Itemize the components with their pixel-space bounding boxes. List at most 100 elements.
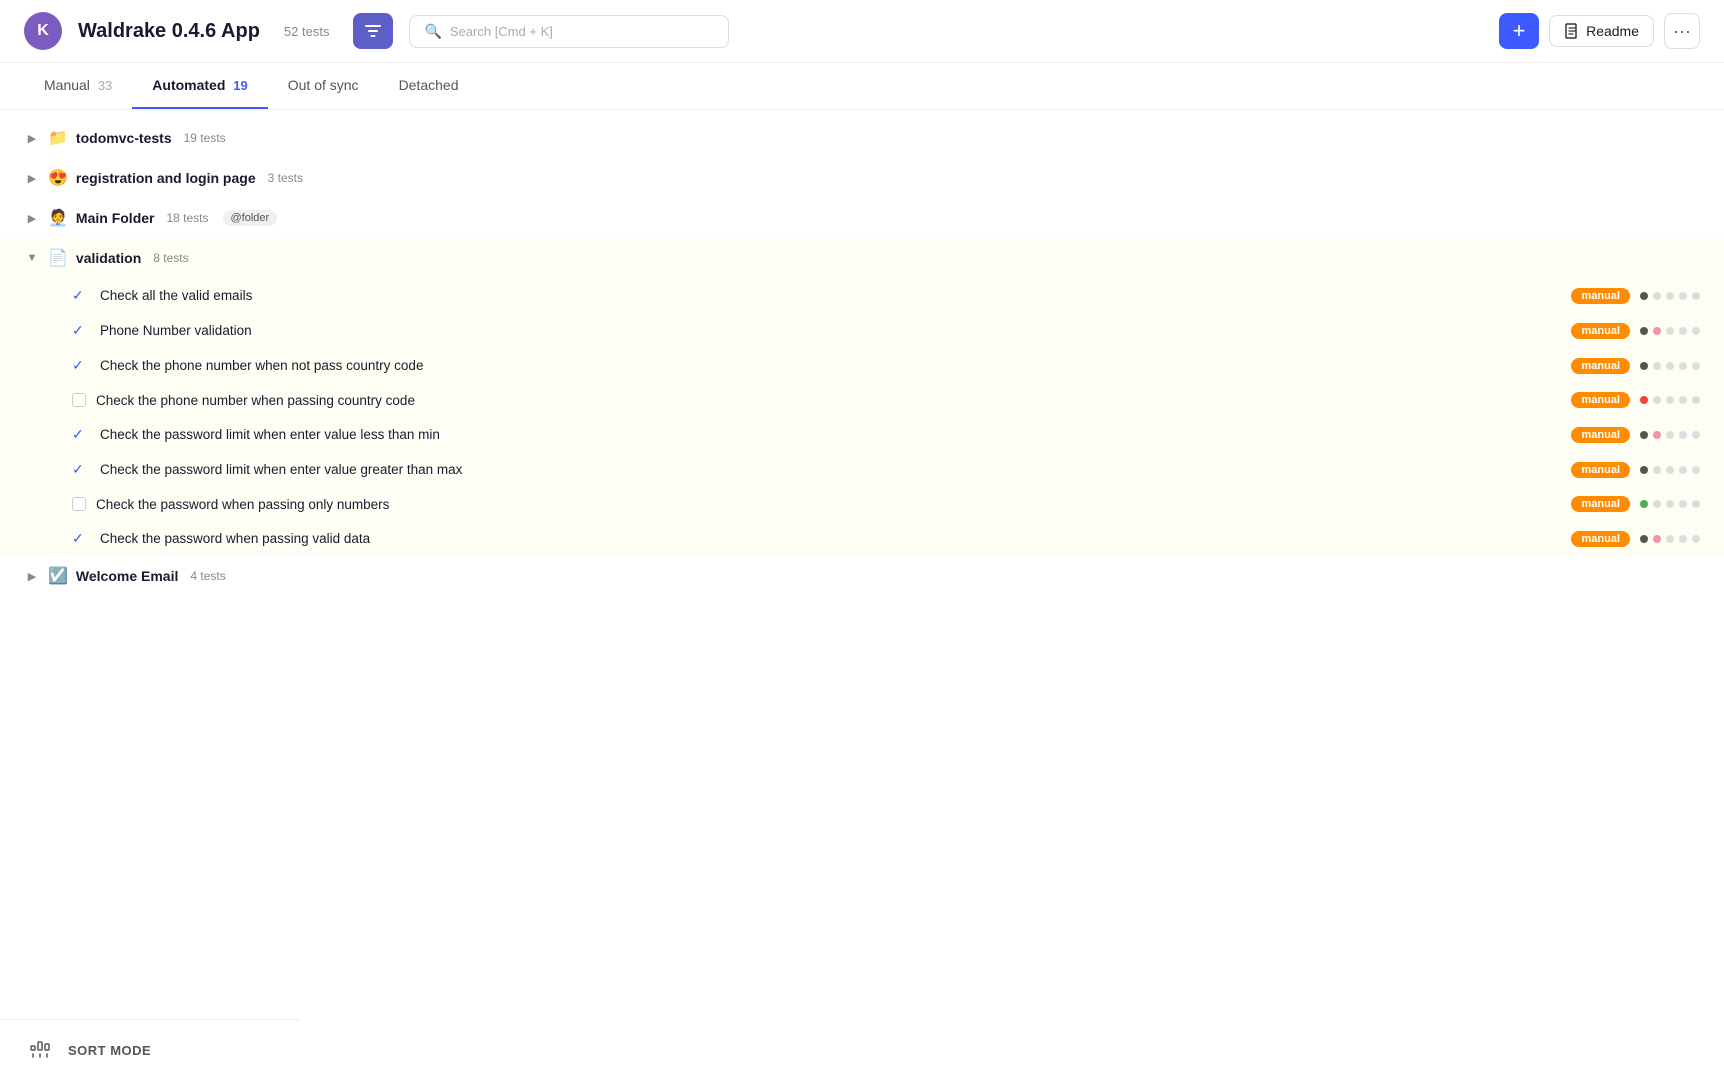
folder-registration[interactable]: ▶ 😍 registration and login page 3 tests [0, 158, 1724, 198]
status-dot [1666, 466, 1674, 474]
test-row[interactable]: ✓ Check the password limit when enter va… [0, 417, 1724, 452]
status-dot [1640, 466, 1648, 474]
unchecked-icon [72, 497, 86, 511]
avatar: K [24, 12, 62, 50]
status-dot [1666, 362, 1674, 370]
status-dots [1640, 535, 1700, 543]
folder-icon: 🧑‍💼 [48, 208, 68, 228]
folder-tag: @folder [223, 210, 278, 226]
filter-button[interactable] [353, 13, 393, 49]
status-dot [1679, 327, 1687, 335]
folder-count: 19 tests [184, 131, 226, 145]
status-dots [1640, 466, 1700, 474]
test-name: Check the password limit when enter valu… [100, 462, 1557, 477]
folder-count: 18 tests [166, 211, 208, 225]
test-name: Check the phone number when not pass cou… [100, 358, 1557, 373]
status-dot [1692, 535, 1700, 543]
status-dot [1640, 292, 1648, 300]
manual-badge: manual [1571, 496, 1630, 512]
status-dot [1679, 396, 1687, 404]
status-dot [1653, 500, 1661, 508]
tab-manual[interactable]: Manual 33 [24, 63, 132, 109]
check-icon: ✓ [72, 287, 90, 304]
status-dot [1653, 327, 1661, 335]
status-dot [1692, 396, 1700, 404]
sort-mode-bar[interactable]: SORT MODE [0, 1019, 300, 1080]
more-options-button[interactable]: ··· [1664, 13, 1700, 49]
status-dot [1679, 292, 1687, 300]
test-row[interactable]: ✓ Check all the valid emails manual [0, 278, 1724, 313]
check-icon: ✓ [72, 461, 90, 478]
app-title: Waldrake 0.4.6 App [78, 20, 260, 43]
manual-badge: manual [1571, 392, 1630, 408]
status-dot [1640, 327, 1648, 335]
search-box[interactable]: 🔍 Search [Cmd + K] [409, 15, 729, 48]
test-row[interactable]: ✓ Check the password limit when enter va… [0, 452, 1724, 487]
status-dot [1653, 431, 1661, 439]
status-dot [1679, 500, 1687, 508]
folder-main[interactable]: ▶ 🧑‍💼 Main Folder 18 tests @folder [0, 198, 1724, 238]
tabs-bar: Manual 33 Automated 19 Out of sync Detac… [0, 63, 1724, 110]
test-name: Check the password when passing valid da… [100, 531, 1557, 546]
status-dot [1653, 292, 1661, 300]
add-test-button[interactable]: + [1499, 13, 1539, 49]
sort-mode-icon [24, 1034, 56, 1066]
folder-validation[interactable]: ▼ 📄 validation 8 tests [0, 238, 1724, 278]
header-actions: + Readme ··· [1499, 13, 1700, 49]
chevron-right-icon: ▶ [24, 170, 40, 186]
folder-icon: 📁 [48, 128, 68, 148]
status-dot [1653, 535, 1661, 543]
status-dots [1640, 327, 1700, 335]
folder-welcome-email[interactable]: ▶ ☑️ Welcome Email 4 tests [0, 556, 1724, 596]
manual-badge: manual [1571, 358, 1630, 374]
search-icon: 🔍 [424, 23, 441, 40]
status-dot [1666, 327, 1674, 335]
status-dot [1692, 466, 1700, 474]
readme-icon [1564, 23, 1580, 39]
status-dot [1653, 362, 1661, 370]
folder-name: registration and login page [76, 170, 256, 186]
content-area: ▶ 📁 todomvc-tests 19 tests ▶ 😍 registrat… [0, 110, 1724, 1010]
status-dot [1640, 535, 1648, 543]
test-row[interactable]: ✓ Check the phone number when not pass c… [0, 348, 1724, 383]
status-dots [1640, 292, 1700, 300]
test-name: Phone Number validation [100, 323, 1557, 338]
test-name: Check the password limit when enter valu… [100, 427, 1557, 442]
status-dot [1666, 500, 1674, 508]
manual-badge: manual [1571, 288, 1630, 304]
status-dot [1653, 466, 1661, 474]
status-dots [1640, 431, 1700, 439]
check-icon: ✓ [72, 530, 90, 547]
folder-count: 3 tests [268, 171, 303, 185]
status-dots [1640, 362, 1700, 370]
tab-automated[interactable]: Automated 19 [132, 63, 267, 109]
unchecked-icon [72, 393, 86, 407]
test-count: 52 tests [284, 24, 330, 39]
test-name: Check the phone number when passing coun… [96, 393, 1557, 408]
folder-icon: 📄 [48, 248, 68, 268]
test-row[interactable]: ✓ Check the password when passing valid … [0, 521, 1724, 556]
folder-name: todomvc-tests [76, 130, 172, 146]
status-dot [1640, 362, 1648, 370]
test-row[interactable]: Check the password when passing only num… [0, 487, 1724, 521]
chevron-down-icon: ▼ [24, 250, 40, 266]
status-dots [1640, 500, 1700, 508]
readme-button[interactable]: Readme [1549, 15, 1654, 47]
test-row[interactable]: ✓ Phone Number validation manual [0, 313, 1724, 348]
folder-todomvc[interactable]: ▶ 📁 todomvc-tests 19 tests [0, 118, 1724, 158]
folder-count: 8 tests [153, 251, 188, 265]
check-icon: ✓ [72, 357, 90, 374]
status-dot [1679, 362, 1687, 370]
status-dot [1666, 292, 1674, 300]
filter-icon [365, 23, 381, 39]
chevron-right-icon: ▶ [24, 568, 40, 584]
status-dot [1640, 396, 1648, 404]
tab-detached[interactable]: Detached [379, 63, 479, 109]
folder-name: Main Folder [76, 210, 155, 226]
tab-out-of-sync[interactable]: Out of sync [268, 63, 379, 109]
status-dot [1679, 535, 1687, 543]
folder-icon: ☑️ [48, 566, 68, 586]
test-name: Check all the valid emails [100, 288, 1557, 303]
test-row[interactable]: Check the phone number when passing coun… [0, 383, 1724, 417]
sort-mode-label: SORT MODE [68, 1043, 151, 1058]
